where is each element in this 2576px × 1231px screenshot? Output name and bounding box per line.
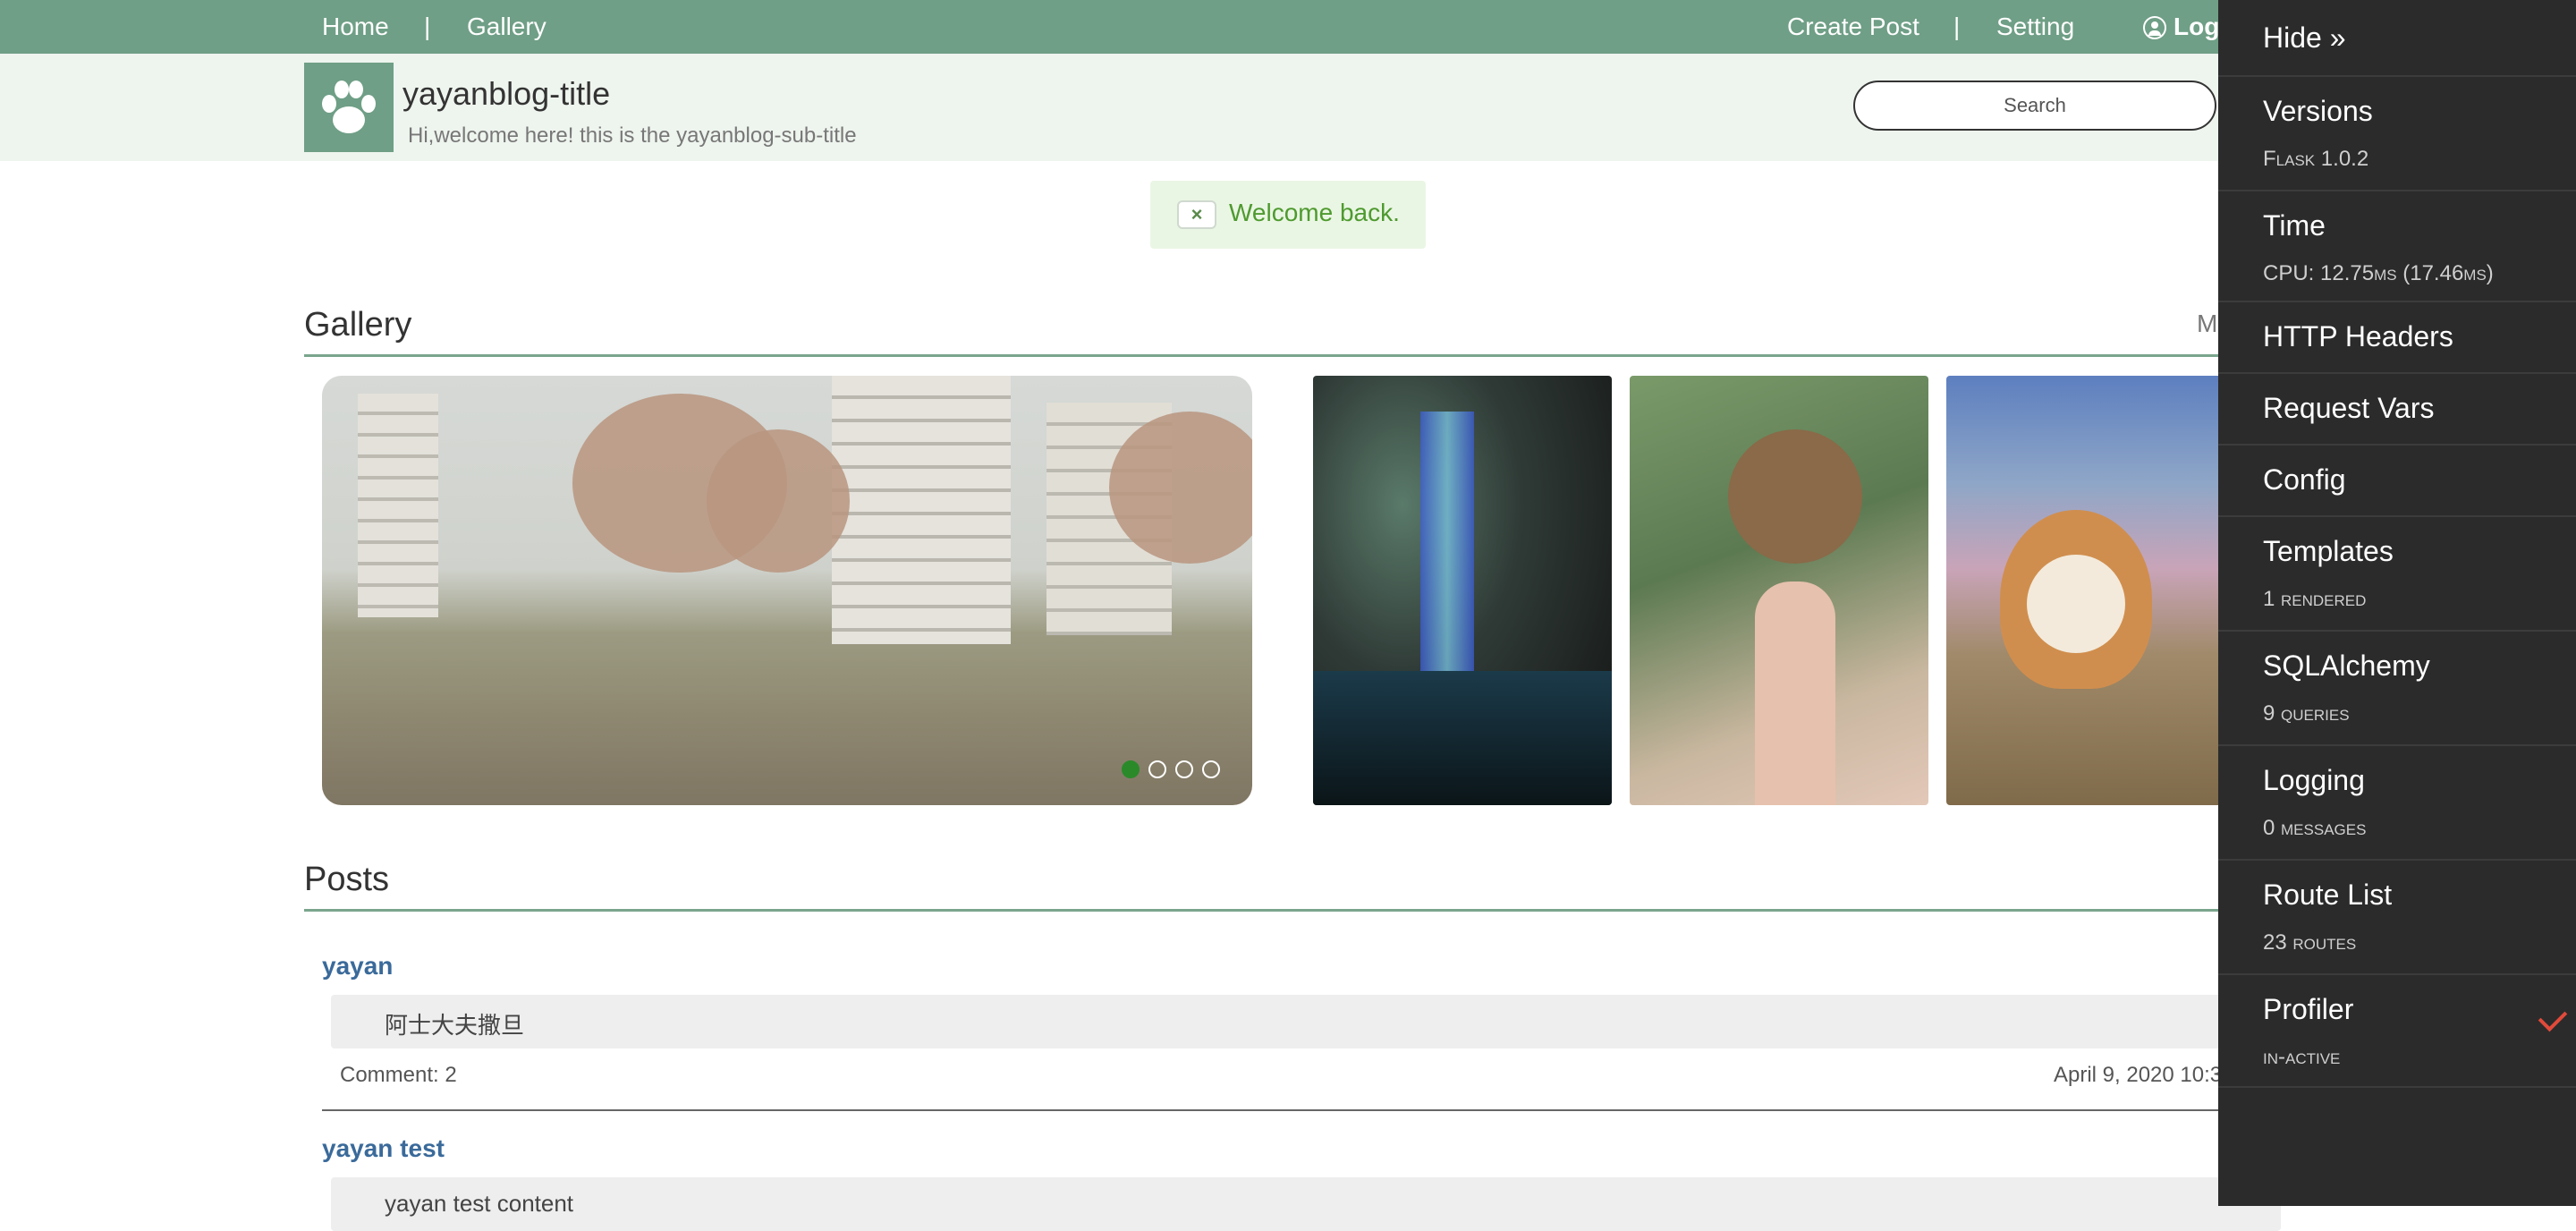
debug-panel-config[interactable]: Config [2218, 444, 2576, 515]
panel-title: Logging [2263, 764, 2365, 796]
post-author-link[interactable]: yayan test [322, 1134, 445, 1163]
panel-title: SQLAlchemy [2263, 649, 2430, 682]
carousel-indicators [1122, 760, 1229, 782]
panel-title: Request Vars [2263, 392, 2435, 424]
debug-toolbar-hide-button[interactable]: Hide » [2218, 0, 2576, 75]
panel-subtitle: 23 routes [2263, 930, 2357, 955]
debug-panel-sqlalchemy[interactable]: SQLAlchemy 9 queries [2218, 630, 2576, 744]
nav-separator: | [424, 13, 431, 40]
gallery-thumbnail[interactable] [1630, 376, 1928, 805]
nav-home-link[interactable]: Home [322, 0, 389, 54]
debug-panel-profiler[interactable]: Profiler in-active [2218, 973, 2576, 1088]
panel-subtitle: 1 rendered [2263, 587, 2367, 611]
debug-panel-request-vars[interactable]: Request Vars [2218, 372, 2576, 444]
debug-panel-templates[interactable]: Templates 1 rendered [2218, 515, 2576, 630]
post-content-text: yayan test content [385, 1190, 574, 1217]
panel-title: Config [2263, 463, 2346, 496]
carousel-dot[interactable] [1148, 760, 1166, 778]
debug-panel-logging[interactable]: Logging 0 messages [2218, 744, 2576, 859]
top-navbar: Home | Gallery Create Post | Setting Log… [0, 0, 2576, 54]
debug-panel-versions[interactable]: Versions Flask 1.0.2 [2218, 75, 2576, 190]
panel-title: Profiler [2263, 993, 2354, 1025]
site-title[interactable]: yayanblog-title [402, 75, 610, 113]
gallery-divider [304, 354, 2290, 357]
carousel-dot[interactable] [1175, 760, 1193, 778]
panel-title: Templates [2263, 535, 2394, 567]
debug-panel-time[interactable]: Time CPU: 12.75ms (17.46ms) [2218, 190, 2576, 301]
gallery-thumbnail[interactable] [1946, 376, 2245, 805]
nav-gallery-link[interactable]: Gallery [467, 0, 547, 54]
post-content: 阿士大夫撒旦 [331, 995, 2281, 1048]
debug-toolbar: Hide » Versions Flask 1.0.2 Time CPU: 12… [2218, 0, 2576, 1206]
panel-subtitle: 0 messages [2263, 816, 2367, 840]
flash-text: Welcome back. [1229, 199, 1400, 226]
gallery-thumbnail[interactable] [1313, 376, 1612, 805]
flash-message: × Welcome back. [1150, 181, 1426, 249]
nav-create-post-link[interactable]: Create Post [1787, 0, 1919, 54]
user-icon [2143, 16, 2166, 39]
panel-subtitle: Flask 1.0.2 [2263, 147, 2369, 171]
carousel-dot[interactable] [1122, 760, 1140, 778]
posts-heading: Posts [304, 861, 390, 898]
profiler-toggle-check-icon[interactable] [2538, 1002, 2568, 1032]
debug-panel-http-headers[interactable]: HTTP Headers [2218, 301, 2576, 372]
gallery-carousel-image[interactable] [322, 376, 1252, 805]
posts-divider [304, 909, 2290, 912]
panel-title: Versions [2263, 95, 2373, 127]
post-author-link[interactable]: yayan [322, 952, 393, 981]
close-icon[interactable]: × [1177, 200, 1216, 229]
hide-label: Hide » [2263, 21, 2346, 54]
paw-logo-icon[interactable] [304, 63, 394, 152]
post-divider [322, 1109, 2290, 1111]
panel-subtitle: in-active [2263, 1045, 2341, 1069]
gallery-heading: Gallery [304, 306, 412, 344]
post-comment-count[interactable]: Comment: 2 [340, 1063, 457, 1088]
panel-subtitle: 9 queries [2263, 701, 2350, 726]
post-content-text: 阿士大夫撒旦 [385, 1012, 525, 1039]
panel-title: Time [2263, 209, 2326, 242]
nav-setting-link[interactable]: Setting [1996, 0, 2074, 54]
carousel-dot[interactable] [1202, 760, 1220, 778]
panel-subtitle: CPU: 12.75ms (17.46ms) [2263, 261, 2494, 285]
panel-title: HTTP Headers [2263, 320, 2453, 352]
debug-panel-route-list[interactable]: Route List 23 routes [2218, 859, 2576, 973]
panel-title: Route List [2263, 879, 2393, 911]
nav-separator: | [1953, 13, 1961, 40]
site-subtitle: Hi,welcome here! this is the yayanblog-s… [408, 123, 857, 148]
search-input[interactable] [1853, 81, 2216, 131]
post-content: yayan test content [331, 1177, 2281, 1231]
